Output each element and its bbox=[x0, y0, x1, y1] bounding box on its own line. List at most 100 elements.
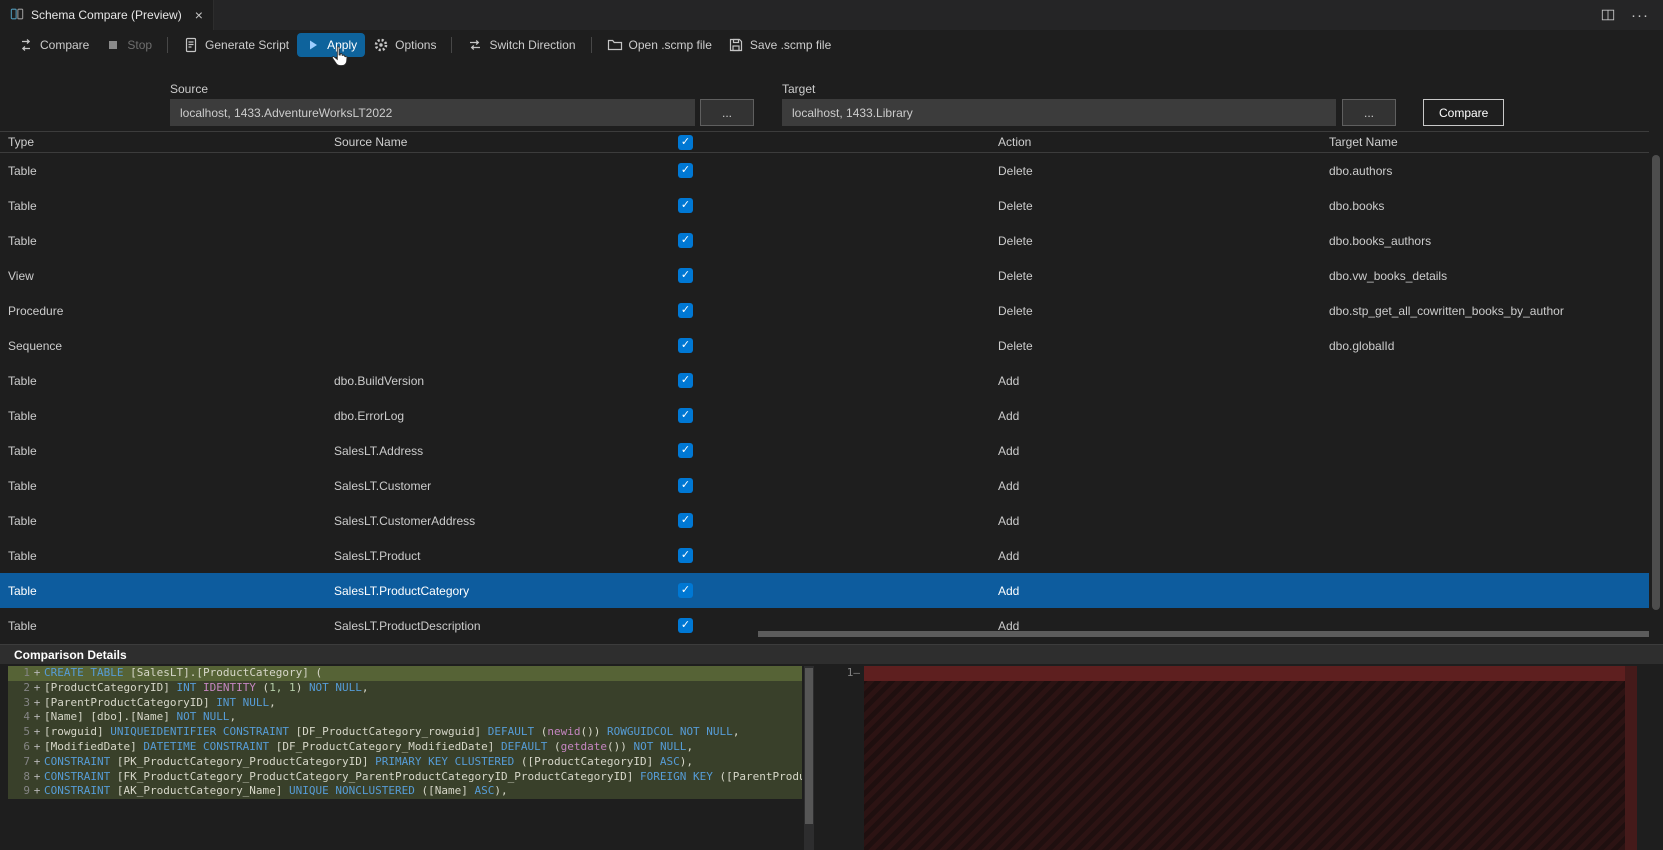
row-checkbox[interactable]: ✓ bbox=[678, 268, 693, 283]
cell-action: Delete bbox=[998, 303, 1033, 318]
diff-add-sign: + bbox=[33, 695, 41, 709]
code-token: ( bbox=[547, 739, 561, 753]
scrollbar-thumb[interactable] bbox=[1652, 155, 1660, 610]
scrollbar-thumb[interactable] bbox=[805, 668, 813, 825]
table-row[interactable]: Table dbo.ErrorLog ✓ Add bbox=[0, 398, 1649, 433]
cell-action: Add bbox=[998, 373, 1020, 388]
toolbar-button-label: Generate Script bbox=[205, 38, 290, 52]
column-header-action[interactable]: Action bbox=[990, 135, 1321, 149]
toolbar-separator bbox=[590, 37, 592, 53]
split-editor-icon[interactable] bbox=[1601, 8, 1615, 22]
table-row[interactable]: Table ✓ Delete dbo.books_authors bbox=[0, 223, 1649, 258]
cell-target-name: dbo.vw_books_details bbox=[1329, 268, 1448, 283]
cell-type: Table bbox=[8, 198, 37, 213]
compare-button[interactable]: Compare bbox=[1423, 99, 1505, 126]
table-row[interactable]: Table ✓ Delete dbo.authors bbox=[0, 153, 1649, 188]
target-input[interactable]: localhost, 1433.Library bbox=[782, 99, 1336, 126]
diff-right-overview-ruler[interactable] bbox=[1625, 666, 1637, 850]
code-token: [ModifiedDate] bbox=[44, 739, 144, 753]
code-token: , bbox=[686, 739, 694, 753]
row-checkbox[interactable]: ✓ bbox=[678, 163, 693, 178]
row-checkbox[interactable]: ✓ bbox=[678, 513, 693, 528]
cell-target-name: dbo.books bbox=[1329, 198, 1385, 213]
source-browse-button[interactable]: ... bbox=[700, 99, 754, 126]
code-line: 8 + CONSTRAINT [FK_ProductCategory_Product… bbox=[8, 769, 802, 785]
tab-schema-compare[interactable]: Schema Compare (Preview) × bbox=[0, 0, 214, 30]
column-header-target-name[interactable]: Target Name bbox=[1321, 135, 1649, 149]
table-row[interactable]: Table ✓ Delete dbo.books bbox=[0, 188, 1649, 223]
row-checkbox[interactable]: ✓ bbox=[678, 373, 693, 388]
diff-add-sign: + bbox=[33, 725, 41, 739]
code-token: ([ProductCategoryID] bbox=[514, 754, 660, 768]
table-row[interactable]: Sequence ✓ Delete dbo.globalId bbox=[0, 328, 1649, 363]
cell-include: ✓ bbox=[670, 373, 990, 388]
code-token: NOT NULL bbox=[308, 680, 362, 694]
code-token: ), bbox=[679, 754, 694, 768]
toolbar-button-switch-direction[interactable]: Switch Direction bbox=[459, 33, 583, 57]
code-token: INT bbox=[176, 680, 197, 694]
scrollbar-thumb[interactable] bbox=[758, 631, 1649, 637]
play-icon bbox=[305, 37, 321, 53]
source-input[interactable]: localhost, 1433.AdventureWorksLT2022 bbox=[170, 99, 695, 126]
cell-type: Table bbox=[8, 443, 37, 458]
toolbar-button-options[interactable]: Options bbox=[365, 33, 444, 57]
diff-left-scrollbar[interactable] bbox=[804, 666, 814, 850]
grid-horizontal-scrollbar[interactable] bbox=[0, 630, 1649, 638]
table-row[interactable]: Table dbo.BuildVersion ✓ Add bbox=[0, 363, 1649, 398]
table-row[interactable]: Table SalesLT.ProductCategory ✓ Add bbox=[0, 573, 1649, 608]
row-checkbox[interactable]: ✓ bbox=[678, 198, 693, 213]
table-row[interactable]: Table SalesLT.Customer ✓ Add bbox=[0, 468, 1649, 503]
table-row[interactable]: Table SalesLT.Product ✓ Add bbox=[0, 538, 1649, 573]
table-row[interactable]: Table SalesLT.Address ✓ Add bbox=[0, 433, 1649, 468]
toolbar-button-label: Switch Direction bbox=[489, 38, 576, 52]
code-token: INT NULL bbox=[216, 695, 270, 709]
code-token: UNIQUEIDENTIFIER CONSTRAINT bbox=[110, 725, 290, 739]
close-tab-icon[interactable]: × bbox=[195, 8, 203, 22]
toolbar-button-apply[interactable]: Apply bbox=[297, 33, 366, 57]
cell-include: ✓ bbox=[670, 408, 990, 423]
toolbar-button-compare[interactable]: Compare bbox=[10, 33, 97, 57]
switch-icon bbox=[467, 37, 483, 53]
diff-collapse-mark: – bbox=[853, 666, 860, 679]
column-header-type[interactable]: Type bbox=[0, 135, 326, 149]
cell-include: ✓ bbox=[670, 443, 990, 458]
line-number: 2 bbox=[23, 680, 30, 694]
row-checkbox[interactable]: ✓ bbox=[678, 583, 693, 598]
code-text: CREATE TABLE [SalesLT].[ProductCategory]… bbox=[44, 666, 322, 681]
row-checkbox[interactable]: ✓ bbox=[678, 408, 693, 423]
diff-add-sign: + bbox=[33, 666, 41, 679]
toolbar-button-open-scmp-file[interactable]: Open .scmp file bbox=[599, 33, 720, 57]
cell-type: Table bbox=[8, 513, 37, 528]
line-number: 3 bbox=[23, 695, 30, 709]
table-row[interactable]: Procedure ✓ Delete dbo.stp_get_all_cowritte… bbox=[0, 293, 1649, 328]
cell-action: Delete bbox=[998, 233, 1033, 248]
code-text: CONSTRAINT [PK_ProductCategory_ProductCa… bbox=[44, 755, 693, 770]
select-all-checkbox[interactable]: ✓ bbox=[678, 134, 693, 150]
row-checkbox[interactable]: ✓ bbox=[678, 548, 693, 563]
cell-type: View bbox=[8, 268, 34, 283]
toolbar-button-save-scmp-file[interactable]: Save .scmp file bbox=[720, 33, 839, 57]
code-token: [AK_ProductCategory_Name] bbox=[110, 784, 290, 798]
table-row[interactable]: View ✓ Delete dbo.vw_books_details bbox=[0, 258, 1649, 293]
code-line: 6 + [ModifiedDate] DATETIME CONSTRAINT [DF… bbox=[8, 739, 802, 755]
row-checkbox[interactable]: ✓ bbox=[678, 478, 693, 493]
column-header-source-name[interactable]: Source Name bbox=[326, 135, 670, 149]
row-checkbox[interactable]: ✓ bbox=[678, 338, 693, 353]
row-checkbox[interactable]: ✓ bbox=[678, 303, 693, 318]
diff-source-pane[interactable]: 1 + CREATE TABLE [SalesLT].[ProductCategor… bbox=[8, 666, 802, 850]
target-browse-button[interactable]: ... bbox=[1342, 99, 1396, 126]
code-token: [SalesLT].[ProductCategory] ( bbox=[123, 666, 323, 679]
table-row[interactable]: Table SalesLT.CustomerAddress ✓ Add bbox=[0, 503, 1649, 538]
more-actions-icon[interactable]: ··· bbox=[1631, 7, 1649, 24]
diff-target-pane[interactable]: 1– bbox=[836, 666, 1637, 850]
row-checkbox[interactable]: ✓ bbox=[678, 443, 693, 458]
code-line: 1 + CREATE TABLE [SalesLT].[ProductCategor… bbox=[8, 666, 802, 681]
code-text: [Name] [dbo].[Name] NOT NULL, bbox=[44, 710, 236, 725]
cell-include: ✓ bbox=[670, 478, 990, 493]
code-line: 7 + CONSTRAINT [PK_ProductCategory_Product… bbox=[8, 754, 802, 770]
toolbar-button-label: Apply bbox=[327, 38, 358, 52]
row-checkbox[interactable]: ✓ bbox=[678, 233, 693, 248]
code-token: [DF_ProductCategory_rowguid] bbox=[289, 725, 488, 739]
toolbar-button-label: Open .scmp file bbox=[628, 38, 712, 52]
toolbar-button-generate-script[interactable]: Generate Script bbox=[175, 33, 297, 57]
